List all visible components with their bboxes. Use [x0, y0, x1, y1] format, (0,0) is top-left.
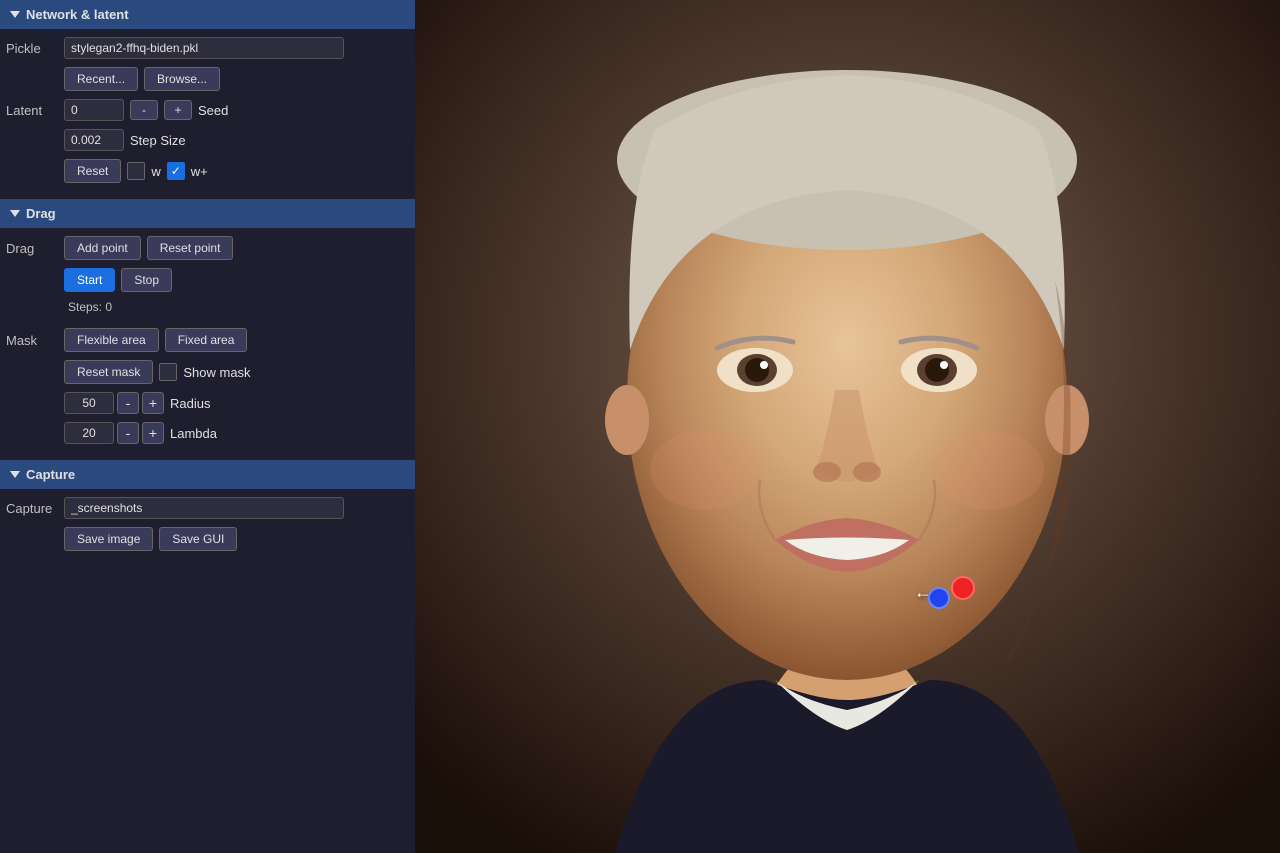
w-checkbox[interactable]: [127, 162, 145, 180]
pickle-row: Pickle: [6, 37, 409, 59]
left-panel: Network & latent Pickle Recent... Browse…: [0, 0, 415, 853]
reset-button[interactable]: Reset: [64, 159, 121, 183]
drag-section-body: Drag Add point Reset point Start Stop St…: [0, 228, 415, 460]
flexible-area-button[interactable]: Flexible area: [64, 328, 159, 352]
drag-triangle-icon: [10, 210, 20, 217]
recent-button[interactable]: Recent...: [64, 67, 138, 91]
network-section: Network & latent Pickle Recent... Browse…: [0, 0, 415, 199]
lambda-plus-button[interactable]: +: [142, 422, 164, 444]
reset-row: Reset w w+: [64, 159, 409, 183]
save-gui-button[interactable]: Save GUI: [159, 527, 237, 551]
fixed-area-button[interactable]: Fixed area: [165, 328, 248, 352]
capture-label: Capture: [6, 501, 58, 516]
pickle-input[interactable]: [64, 37, 344, 59]
capture-section-header[interactable]: Capture: [0, 460, 415, 489]
capture-input[interactable]: [64, 497, 344, 519]
stop-button[interactable]: Stop: [121, 268, 172, 292]
add-point-button[interactable]: Add point: [64, 236, 141, 260]
reset-point-button[interactable]: Reset point: [147, 236, 234, 260]
drag-points-row: Drag Add point Reset point: [6, 236, 409, 260]
lambda-input-group: - +: [64, 422, 164, 444]
latent-minus-button[interactable]: -: [130, 100, 158, 120]
steps-row: Steps: 0: [64, 300, 409, 320]
radius-minus-button[interactable]: -: [117, 392, 139, 414]
radius-input[interactable]: [64, 392, 114, 414]
lambda-label: Lambda: [170, 426, 217, 441]
mask-label: Mask: [6, 333, 58, 348]
wplus-checkbox[interactable]: [167, 162, 185, 180]
w-label: w: [151, 164, 160, 179]
save-image-button[interactable]: Save image: [64, 527, 153, 551]
radius-label: Radius: [170, 396, 210, 411]
network-triangle-icon: [10, 11, 20, 18]
right-panel[interactable]: ←: [415, 0, 1280, 853]
steps-text: Steps: 0: [68, 300, 112, 314]
drag-section-title: Drag: [26, 206, 56, 221]
mask-options-row: Reset mask Show mask: [64, 360, 409, 384]
network-section-body: Pickle Recent... Browse... Latent - + Se…: [0, 29, 415, 199]
drag-label: Drag: [6, 241, 58, 256]
pickle-label: Pickle: [6, 41, 58, 56]
latent-plus-button[interactable]: +: [164, 100, 192, 120]
lambda-input[interactable]: [64, 422, 114, 444]
radius-plus-button[interactable]: +: [142, 392, 164, 414]
radius-row: - + Radius: [64, 392, 409, 414]
show-mask-checkbox[interactable]: [159, 363, 177, 381]
capture-buttons-row: Save image Save GUI: [64, 527, 409, 551]
face-canvas[interactable]: ←: [415, 0, 1280, 853]
show-mask-label: Show mask: [183, 365, 250, 380]
lambda-minus-button[interactable]: -: [117, 422, 139, 444]
drag-section: Drag Drag Add point Reset point Start St…: [0, 199, 415, 460]
latent-row: Latent - + Seed: [6, 99, 409, 121]
reset-mask-button[interactable]: Reset mask: [64, 360, 153, 384]
stepsize-label: Step Size: [130, 133, 186, 148]
start-button[interactable]: Start: [64, 268, 115, 292]
lambda-row: - + Lambda: [64, 422, 409, 444]
capture-path-row: Capture: [6, 497, 409, 519]
latent-label: Latent: [6, 103, 58, 118]
network-section-title: Network & latent: [26, 7, 129, 22]
stepsize-row: Step Size: [64, 129, 409, 151]
mask-buttons-row: Mask Flexible area Fixed area: [6, 328, 409, 352]
seed-label: Seed: [198, 103, 228, 118]
image-overlay[interactable]: [415, 0, 1280, 853]
stepsize-input[interactable]: [64, 129, 124, 151]
drag-section-header[interactable]: Drag: [0, 199, 415, 228]
network-section-header[interactable]: Network & latent: [0, 0, 415, 29]
pickle-buttons-row: Recent... Browse...: [64, 67, 409, 91]
capture-section: Capture Capture Save image Save GUI: [0, 460, 415, 567]
start-stop-row: Start Stop: [64, 268, 409, 292]
capture-section-body: Capture Save image Save GUI: [0, 489, 415, 567]
capture-triangle-icon: [10, 471, 20, 478]
browse-button[interactable]: Browse...: [144, 67, 220, 91]
wplus-label: w+: [191, 164, 208, 179]
radius-input-group: - +: [64, 392, 164, 414]
capture-section-title: Capture: [26, 467, 75, 482]
latent-input[interactable]: [64, 99, 124, 121]
